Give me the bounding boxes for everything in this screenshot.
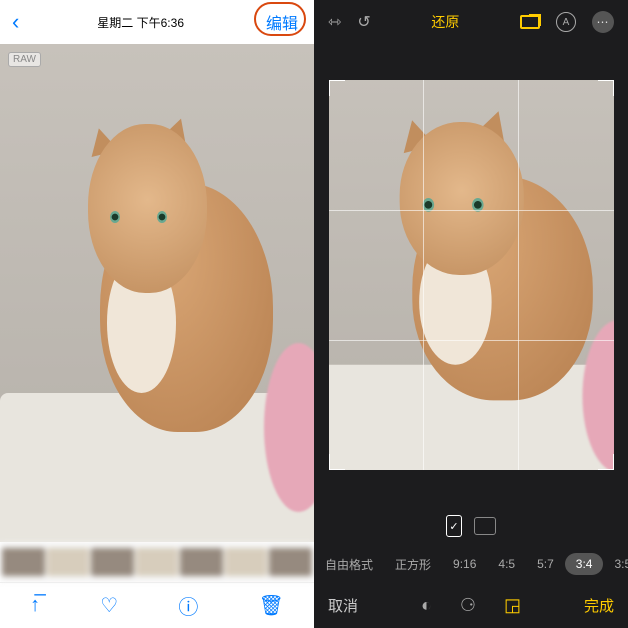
info-icon[interactable]: ⓘ (178, 591, 198, 620)
photo-viewer-pane: ‹ 星期二 下午6:36 编辑 RAW ↑̅ ♡ ⓘ (0, 0, 314, 628)
photo-content (0, 44, 314, 542)
aspect-ratio-selector[interactable]: 自由格式正方形9:164:55:73:43:52:3 (314, 546, 628, 582)
crop-tool-icon[interactable]: ◲ (504, 595, 521, 616)
flip-icon[interactable]: ⇿ (328, 12, 341, 32)
share-icon[interactable]: ↑̅ (30, 594, 40, 617)
ratio-option[interactable]: 自由格式 (314, 552, 384, 577)
photo-editor-pane: ⇿ ↺ 还原 A ⋯ (314, 0, 628, 628)
orientation-selector: ✓ (314, 506, 628, 546)
thumbnail-strip[interactable] (0, 542, 314, 582)
crop-handle-tl[interactable] (329, 80, 345, 96)
viewer-toolbar: ↑̅ ♡ ⓘ 🗑 (0, 582, 314, 628)
photo-content-edit (329, 80, 614, 470)
trash-icon[interactable]: 🗑 (258, 593, 283, 618)
grid-line (329, 210, 614, 211)
ratio-option[interactable]: 5:7 (526, 553, 565, 575)
timestamp-text: 星期二 下午6:36 (97, 14, 184, 31)
crop-handle-tr[interactable] (598, 80, 614, 96)
crop-canvas[interactable] (314, 44, 628, 506)
ratio-option[interactable]: 4:5 (487, 553, 526, 575)
back-button[interactable]: ‹ (8, 9, 23, 35)
rotate-icon[interactable]: ↺ (357, 12, 370, 32)
edit-button-label: 编辑 (266, 16, 298, 33)
viewer-top-bar: ‹ 星期二 下午6:36 编辑 (0, 0, 314, 44)
ratio-option[interactable]: 正方形 (384, 552, 442, 577)
markup-icon[interactable]: A (556, 12, 576, 32)
crop-handle-bl[interactable] (329, 454, 345, 470)
grid-line (423, 80, 424, 470)
reset-button[interactable]: 还原 (431, 12, 459, 32)
editor-bottom-bar: 取消 ◐ ⚆ ◲ 完成 (314, 582, 628, 628)
crop-frame[interactable] (329, 80, 614, 470)
crop-handle-br[interactable] (598, 454, 614, 470)
grid-line (329, 340, 614, 341)
photo-canvas[interactable] (0, 44, 314, 542)
check-icon: ✓ (449, 520, 458, 533)
orientation-portrait[interactable]: ✓ (446, 515, 462, 537)
cancel-button[interactable]: 取消 (328, 595, 358, 616)
ratio-option[interactable]: 3:5 (603, 553, 628, 575)
editor-top-bar: ⇿ ↺ 还原 A ⋯ (314, 0, 628, 44)
done-button[interactable]: 完成 (584, 595, 614, 616)
filters-icon[interactable]: ⚆ (460, 595, 476, 616)
adjust-icon[interactable]: ◐ (421, 595, 432, 616)
more-icon[interactable]: ⋯ (592, 11, 614, 33)
ratio-option[interactable]: 3:4 (565, 553, 604, 575)
aspect-ratio-icon[interactable] (520, 15, 540, 29)
raw-badge: RAW (8, 52, 41, 67)
favorite-icon[interactable]: ♡ (100, 593, 118, 618)
grid-line (518, 80, 519, 470)
edit-button[interactable]: 编辑 (258, 8, 306, 36)
orientation-landscape[interactable] (474, 517, 496, 535)
photo-timestamp: 星期二 下午6:36 (23, 14, 258, 31)
ratio-option[interactable]: 9:16 (442, 553, 487, 575)
